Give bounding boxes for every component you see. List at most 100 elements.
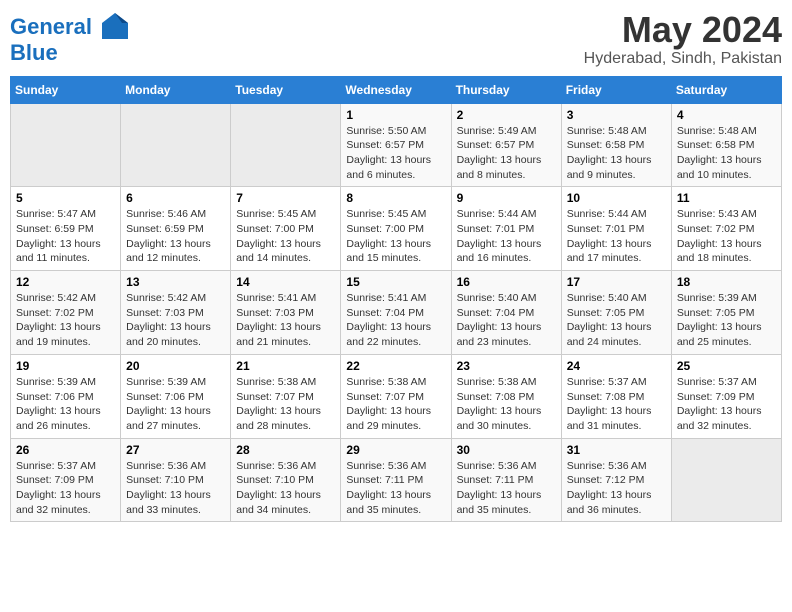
day-info: Sunrise: 5:41 AMSunset: 7:03 PMDaylight:… bbox=[236, 291, 335, 350]
day-info: Sunrise: 5:46 AMSunset: 6:59 PMDaylight:… bbox=[126, 207, 225, 266]
logo-text: General bbox=[10, 15, 130, 41]
day-number: 31 bbox=[567, 443, 666, 457]
calendar-cell: 23 Sunrise: 5:38 AMSunset: 7:08 PMDayligh… bbox=[451, 354, 561, 438]
weekday-header-row: SundayMondayTuesdayWednesdayThursdayFrid… bbox=[11, 76, 782, 103]
day-info: Sunrise: 5:40 AMSunset: 7:05 PMDaylight:… bbox=[567, 291, 666, 350]
month-year: May 2024 bbox=[584, 10, 782, 50]
day-number: 11 bbox=[677, 191, 776, 205]
calendar-cell: 12 Sunrise: 5:42 AMSunset: 7:02 PMDayligh… bbox=[11, 271, 121, 355]
day-number: 19 bbox=[16, 359, 115, 373]
day-number: 28 bbox=[236, 443, 335, 457]
day-info: Sunrise: 5:40 AMSunset: 7:04 PMDaylight:… bbox=[457, 291, 556, 350]
day-number: 2 bbox=[457, 108, 556, 122]
calendar-cell: 27 Sunrise: 5:36 AMSunset: 7:10 PMDayligh… bbox=[121, 438, 231, 522]
calendar-cell: 26 Sunrise: 5:37 AMSunset: 7:09 PMDayligh… bbox=[11, 438, 121, 522]
weekday-header: Wednesday bbox=[341, 76, 451, 103]
calendar-cell bbox=[671, 438, 781, 522]
calendar-cell: 16 Sunrise: 5:40 AMSunset: 7:04 PMDayligh… bbox=[451, 271, 561, 355]
day-info: Sunrise: 5:42 AMSunset: 7:03 PMDaylight:… bbox=[126, 291, 225, 350]
calendar-cell: 31Sunrise: 5:36 AMSunset: 7:12 PMDayligh… bbox=[561, 438, 671, 522]
weekday-header: Tuesday bbox=[231, 76, 341, 103]
calendar-cell: 9 Sunrise: 5:44 AMSunset: 7:01 PMDaylight… bbox=[451, 187, 561, 271]
calendar-cell: 24 Sunrise: 5:37 AMSunset: 7:08 PMDayligh… bbox=[561, 354, 671, 438]
day-info: Sunrise: 5:48 AMSunset: 6:58 PMDaylight:… bbox=[677, 124, 776, 183]
day-info: Sunrise: 5:42 AMSunset: 7:02 PMDaylight:… bbox=[16, 291, 115, 350]
weekday-header: Thursday bbox=[451, 76, 561, 103]
calendar-cell: 28 Sunrise: 5:36 AMSunset: 7:10 PMDayligh… bbox=[231, 438, 341, 522]
day-number: 7 bbox=[236, 191, 335, 205]
calendar-cell: 11Sunrise: 5:43 AMSunset: 7:02 PMDayligh… bbox=[671, 187, 781, 271]
weekday-header: Friday bbox=[561, 76, 671, 103]
calendar-table: SundayMondayTuesdayWednesdayThursdayFrid… bbox=[10, 76, 782, 523]
calendar-cell: 17Sunrise: 5:40 AMSunset: 7:05 PMDayligh… bbox=[561, 271, 671, 355]
day-info: Sunrise: 5:44 AMSunset: 7:01 PMDaylight:… bbox=[567, 207, 666, 266]
day-info: Sunrise: 5:45 AMSunset: 7:00 PMDaylight:… bbox=[236, 207, 335, 266]
day-number: 29 bbox=[346, 443, 445, 457]
calendar-cell: 7 Sunrise: 5:45 AMSunset: 7:00 PMDaylight… bbox=[231, 187, 341, 271]
day-info: Sunrise: 5:36 AMSunset: 7:11 PMDaylight:… bbox=[457, 459, 556, 518]
day-info: Sunrise: 5:49 AMSunset: 6:57 PMDaylight:… bbox=[457, 124, 556, 183]
title-block: May 2024 Hyderabad, Sindh, Pakistan bbox=[584, 10, 782, 68]
day-number: 30 bbox=[457, 443, 556, 457]
day-number: 3 bbox=[567, 108, 666, 122]
day-number: 4 bbox=[677, 108, 776, 122]
day-number: 10 bbox=[567, 191, 666, 205]
calendar-cell: 10 Sunrise: 5:44 AMSunset: 7:01 PMDayligh… bbox=[561, 187, 671, 271]
day-info: Sunrise: 5:38 AMSunset: 7:07 PMDaylight:… bbox=[236, 375, 335, 434]
day-number: 26 bbox=[16, 443, 115, 457]
day-number: 24 bbox=[567, 359, 666, 373]
location: Hyderabad, Sindh, Pakistan bbox=[584, 50, 782, 68]
calendar-cell: 29 Sunrise: 5:36 AMSunset: 7:11 PMDayligh… bbox=[341, 438, 451, 522]
calendar-week-row: 1 Sunrise: 5:50 AMSunset: 6:57 PMDaylight… bbox=[11, 103, 782, 187]
calendar-cell: 13 Sunrise: 5:42 AMSunset: 7:03 PMDayligh… bbox=[121, 271, 231, 355]
calendar-cell: 22 Sunrise: 5:38 AMSunset: 7:07 PMDayligh… bbox=[341, 354, 451, 438]
calendar-cell: 2 Sunrise: 5:49 AMSunset: 6:57 PMDaylight… bbox=[451, 103, 561, 187]
day-number: 12 bbox=[16, 275, 115, 289]
day-info: Sunrise: 5:45 AMSunset: 7:00 PMDaylight:… bbox=[346, 207, 445, 266]
day-number: 20 bbox=[126, 359, 225, 373]
calendar-cell: 14 Sunrise: 5:41 AMSunset: 7:03 PMDayligh… bbox=[231, 271, 341, 355]
calendar-cell: 3Sunrise: 5:48 AMSunset: 6:58 PMDaylight… bbox=[561, 103, 671, 187]
day-info: Sunrise: 5:36 AMSunset: 7:10 PMDaylight:… bbox=[236, 459, 335, 518]
day-info: Sunrise: 5:39 AMSunset: 7:06 PMDaylight:… bbox=[126, 375, 225, 434]
day-number: 22 bbox=[346, 359, 445, 373]
calendar-cell: 8 Sunrise: 5:45 AMSunset: 7:00 PMDaylight… bbox=[341, 187, 451, 271]
day-number: 9 bbox=[457, 191, 556, 205]
calendar-week-row: 19 Sunrise: 5:39 AMSunset: 7:06 PMDayligh… bbox=[11, 354, 782, 438]
day-info: Sunrise: 5:44 AMSunset: 7:01 PMDaylight:… bbox=[457, 207, 556, 266]
day-info: Sunrise: 5:37 AMSunset: 7:08 PMDaylight:… bbox=[567, 375, 666, 434]
calendar-cell: 6 Sunrise: 5:46 AMSunset: 6:59 PMDaylight… bbox=[121, 187, 231, 271]
calendar-week-row: 12 Sunrise: 5:42 AMSunset: 7:02 PMDayligh… bbox=[11, 271, 782, 355]
calendar-week-row: 26 Sunrise: 5:37 AMSunset: 7:09 PMDayligh… bbox=[11, 438, 782, 522]
day-info: Sunrise: 5:50 AMSunset: 6:57 PMDaylight:… bbox=[346, 124, 445, 183]
page-header: General Blue May 2024 Hyderabad, Sindh, … bbox=[10, 10, 782, 68]
day-number: 27 bbox=[126, 443, 225, 457]
day-info: Sunrise: 5:38 AMSunset: 7:08 PMDaylight:… bbox=[457, 375, 556, 434]
calendar-week-row: 5Sunrise: 5:47 AMSunset: 6:59 PMDaylight… bbox=[11, 187, 782, 271]
weekday-header: Monday bbox=[121, 76, 231, 103]
day-info: Sunrise: 5:36 AMSunset: 7:10 PMDaylight:… bbox=[126, 459, 225, 518]
day-number: 1 bbox=[346, 108, 445, 122]
day-number: 5 bbox=[16, 191, 115, 205]
day-number: 23 bbox=[457, 359, 556, 373]
day-number: 14 bbox=[236, 275, 335, 289]
day-info: Sunrise: 5:39 AMSunset: 7:06 PMDaylight:… bbox=[16, 375, 115, 434]
calendar-cell: 25 Sunrise: 5:37 AMSunset: 7:09 PMDayligh… bbox=[671, 354, 781, 438]
day-info: Sunrise: 5:37 AMSunset: 7:09 PMDaylight:… bbox=[16, 459, 115, 518]
calendar-cell bbox=[121, 103, 231, 187]
day-number: 25 bbox=[677, 359, 776, 373]
day-info: Sunrise: 5:36 AMSunset: 7:11 PMDaylight:… bbox=[346, 459, 445, 518]
calendar-cell: 30 Sunrise: 5:36 AMSunset: 7:11 PMDayligh… bbox=[451, 438, 561, 522]
logo-text2: Blue bbox=[10, 41, 130, 65]
logo: General Blue bbox=[10, 15, 130, 65]
day-number: 8 bbox=[346, 191, 445, 205]
day-number: 16 bbox=[457, 275, 556, 289]
day-number: 13 bbox=[126, 275, 225, 289]
calendar-cell bbox=[11, 103, 121, 187]
day-info: Sunrise: 5:37 AMSunset: 7:09 PMDaylight:… bbox=[677, 375, 776, 434]
day-info: Sunrise: 5:39 AMSunset: 7:05 PMDaylight:… bbox=[677, 291, 776, 350]
day-number: 6 bbox=[126, 191, 225, 205]
calendar-cell: 4 Sunrise: 5:48 AMSunset: 6:58 PMDaylight… bbox=[671, 103, 781, 187]
day-info: Sunrise: 5:38 AMSunset: 7:07 PMDaylight:… bbox=[346, 375, 445, 434]
calendar-cell bbox=[231, 103, 341, 187]
